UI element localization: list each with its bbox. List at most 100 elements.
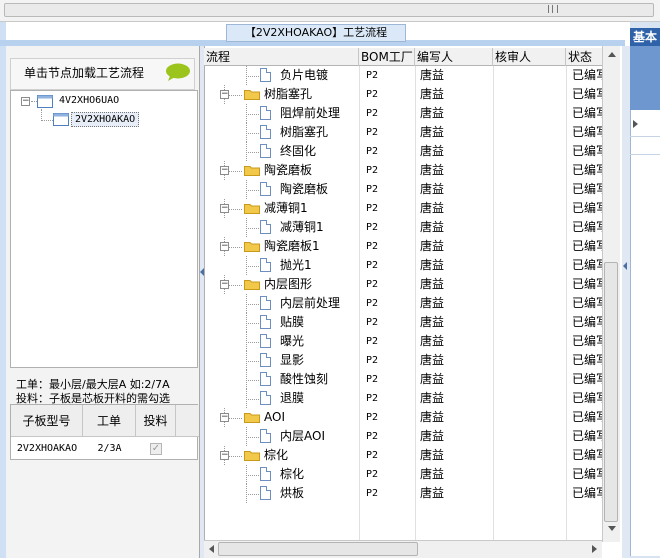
row-writer: 唐益 <box>420 391 445 405</box>
col-header-feed[interactable]: 投料 <box>136 405 176 437</box>
tree-expander[interactable]: − <box>220 90 229 99</box>
row-process-name[interactable]: 曝光 <box>280 332 304 351</box>
grid-row[interactable]: 酸性蚀刻 P2 唐益 已编写 <box>204 370 602 389</box>
top-scrollbar[interactable] <box>0 0 660 22</box>
grid-row[interactable]: 树脂塞孔 P2 唐益 已编写 <box>204 123 602 142</box>
row-bom-factory: P2 <box>366 412 379 423</box>
grid-row[interactable]: 烘板 P2 唐益 已编写 <box>204 484 602 503</box>
top-scroll-grip[interactable] <box>548 5 558 13</box>
tree-expander[interactable]: − <box>21 97 30 106</box>
tree-expander[interactable]: − <box>220 280 229 289</box>
tree-node-root[interactable]: 4V2XHO6UAO <box>59 95 119 106</box>
grid-row[interactable]: 终固化 P2 唐益 已编写 <box>204 142 602 161</box>
scroll-left-arrow-icon[interactable] <box>209 545 214 553</box>
grid-row[interactable]: 贴膜 P2 唐益 已编写 <box>204 313 602 332</box>
row-bom-factory: P2 <box>366 127 379 138</box>
row-writer: 唐益 <box>420 372 445 386</box>
grid-row[interactable]: 曝光 P2 唐益 已编写 <box>204 332 602 351</box>
col-header-reviewer[interactable]: 核审人 <box>493 48 566 66</box>
row-process-name[interactable]: 内层前处理 <box>280 294 340 313</box>
scroll-up-arrow-icon[interactable] <box>608 52 616 57</box>
row-status: 已编写 <box>572 353 602 367</box>
feed-checkbox[interactable]: ✓ <box>150 443 162 455</box>
row-process-name[interactable]: 抛光1 <box>280 256 312 275</box>
row-process-name[interactable]: 负片电镀 <box>280 66 328 85</box>
row-bom-factory: P2 <box>366 203 379 214</box>
tree-connector <box>246 190 259 191</box>
row-bom-factory: P2 <box>366 260 379 271</box>
tree-expander[interactable]: − <box>220 166 229 175</box>
scroll-down-arrow-icon[interactable] <box>608 526 616 531</box>
row-process-name[interactable]: 陶瓷磨板 <box>280 180 328 199</box>
col-header-bom[interactable]: BOM工厂 <box>359 48 415 66</box>
grid-row[interactable]: 退膜 P2 唐益 已编写 <box>204 389 602 408</box>
row-process-name[interactable]: 烘板 <box>280 484 304 503</box>
col-header-order[interactable]: 工单 <box>83 405 136 437</box>
row-process-name[interactable]: 减薄铜1 <box>264 199 308 218</box>
col-header-writer[interactable]: 编写人 <box>415 48 493 66</box>
tree-expander[interactable]: − <box>220 242 229 251</box>
row-status: 已编写 <box>572 87 602 101</box>
speech-bubble-icon[interactable] <box>165 63 191 81</box>
grid-row[interactable]: 负片电镀 P2 唐益 已编写 <box>204 66 602 85</box>
horizontal-scroll-thumb[interactable] <box>218 542 418 556</box>
tab-basic[interactable]: 基本 <box>630 28 660 46</box>
row-bom-factory: P2 <box>366 336 379 347</box>
row-process-name[interactable]: 陶瓷磨板1 <box>264 237 320 256</box>
row-process-name[interactable]: 阻焊前处理 <box>280 104 340 123</box>
file-icon <box>260 68 271 82</box>
grid-row[interactable]: 减薄铜1 P2 唐益 已编写 <box>204 218 602 237</box>
vertical-scroll-thumb[interactable] <box>604 262 618 522</box>
row-process-name[interactable]: 显影 <box>280 351 304 370</box>
grid-row[interactable]: − 陶瓷磨板1 P2 唐益 已编写 <box>204 237 602 256</box>
row-status: 已编写 <box>572 144 602 158</box>
grid-row[interactable]: 抛光1 P2 唐益 已编写 <box>204 256 602 275</box>
row-process-name[interactable]: 退膜 <box>280 389 304 408</box>
row-process-name[interactable]: 棕化 <box>264 446 288 465</box>
file-icon <box>260 353 271 367</box>
grid-row[interactable]: − 内层图形 P2 唐益 已编写 <box>204 275 602 294</box>
grid-row[interactable]: 内层AOI P2 唐益 已编写 <box>204 427 602 446</box>
scroll-right-arrow-icon[interactable] <box>592 545 597 553</box>
grid-row[interactable]: 内层前处理 P2 唐益 已编写 <box>204 294 602 313</box>
grid-row[interactable]: 棕化 P2 唐益 已编写 <box>204 465 602 484</box>
row-process-name[interactable]: 陶瓷磨板 <box>264 161 312 180</box>
row-process-name[interactable]: 内层图形 <box>264 275 312 294</box>
collapse-right-arrow-icon[interactable] <box>623 262 627 270</box>
col-header-status[interactable]: 状态 <box>566 48 602 66</box>
tree-expander[interactable]: − <box>220 451 229 460</box>
grid-row[interactable]: 显影 P2 唐益 已编写 <box>204 351 602 370</box>
grid-row[interactable]: 阻焊前处理 P2 唐益 已编写 <box>204 104 602 123</box>
cell-model[interactable]: 2V2XHOAKAO <box>11 438 83 460</box>
row-process-name[interactable]: 内层AOI <box>280 427 325 446</box>
col-header-process[interactable]: 流程 <box>204 48 359 66</box>
file-icon <box>260 429 271 443</box>
cell-order[interactable]: 2/3A <box>83 438 136 460</box>
right-divider <box>630 154 660 155</box>
grid-row[interactable]: − 树脂塞孔 P2 唐益 已编写 <box>204 85 602 104</box>
grid-row[interactable]: − 棕化 P2 唐益 已编写 <box>204 446 602 465</box>
file-icon <box>260 467 271 481</box>
tree-expander[interactable]: − <box>220 413 229 422</box>
tree-expander[interactable]: − <box>220 204 229 213</box>
row-process-name[interactable]: 酸性蚀刻 <box>280 370 328 389</box>
file-icon <box>260 391 271 405</box>
grid-row[interactable]: − 陶瓷磨板 P2 唐益 已编写 <box>204 161 602 180</box>
grid-body: 负片电镀P2唐益已编写−树脂塞孔P2唐益已编写阻焊前处理P2唐益已编写树脂塞孔P… <box>204 66 602 542</box>
tree-node-selected[interactable]: 2V2XHOAKAO <box>71 112 140 127</box>
row-process-name[interactable]: 减薄铜1 <box>280 218 324 237</box>
window-title: 【2V2XHOAKAO】工艺流程 <box>226 24 406 42</box>
grid-row[interactable]: − AOI P2 唐益 已编写 <box>204 408 602 427</box>
row-process-name[interactable]: 棕化 <box>280 465 304 484</box>
col-header-model[interactable]: 子板型号 <box>11 405 83 437</box>
file-icon <box>260 220 271 234</box>
grid-row[interactable]: 陶瓷磨板 P2 唐益 已编写 <box>204 180 602 199</box>
row-process-name[interactable]: 树脂塞孔 <box>280 123 328 142</box>
col-header-empty <box>176 405 199 437</box>
grid-row[interactable]: − 减薄铜1 P2 唐益 已编写 <box>204 199 602 218</box>
right-splitter[interactable] <box>622 46 630 558</box>
row-process-name[interactable]: 树脂塞孔 <box>264 85 312 104</box>
row-process-name[interactable]: 贴膜 <box>280 313 304 332</box>
row-process-name[interactable]: AOI <box>264 408 285 427</box>
row-process-name[interactable]: 终固化 <box>280 142 316 161</box>
